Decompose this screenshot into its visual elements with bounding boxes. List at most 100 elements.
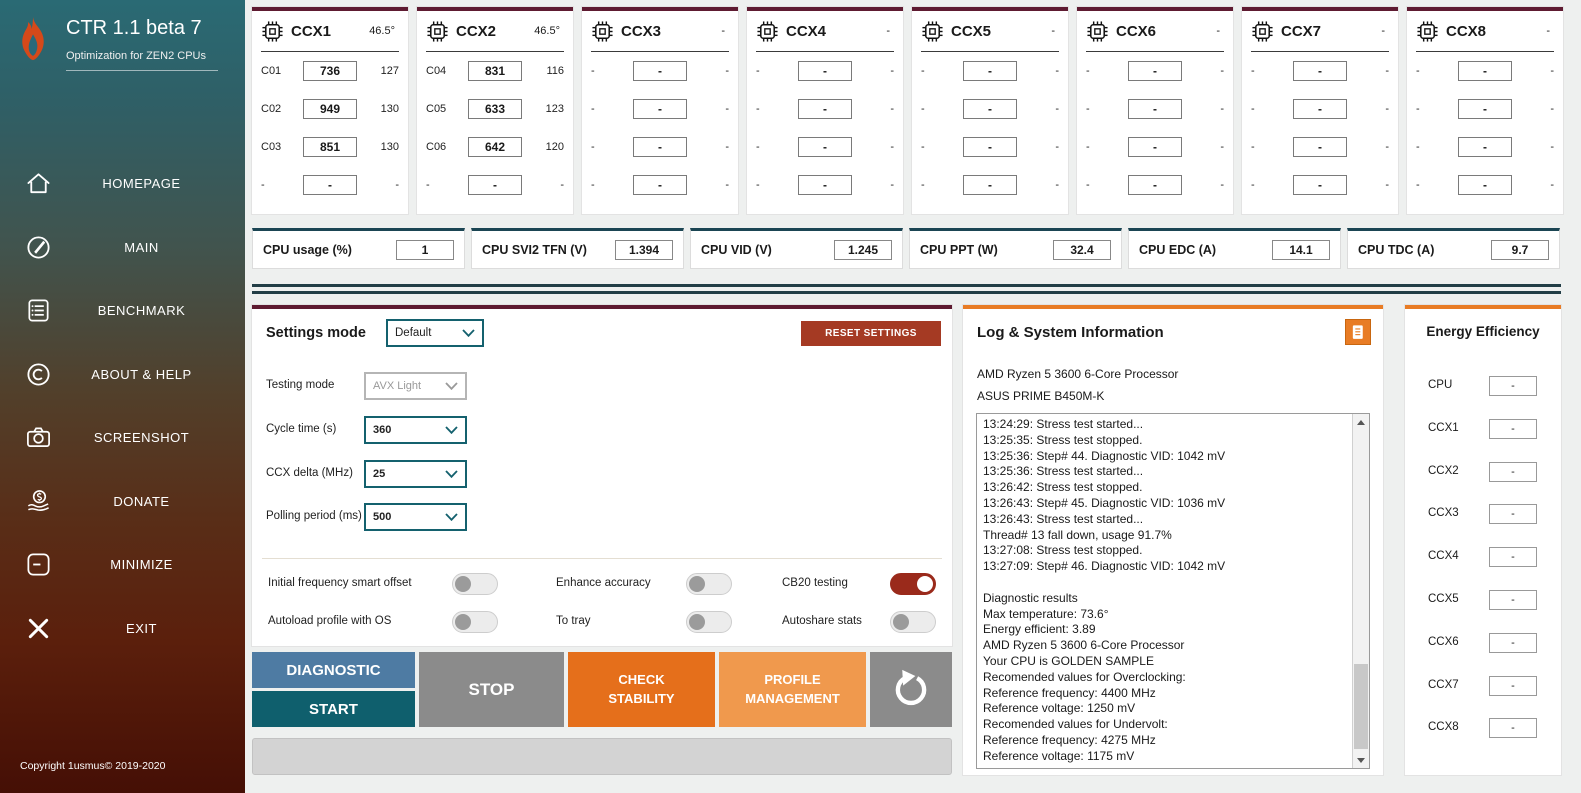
- scroll-down-arrow[interactable]: [1353, 752, 1369, 768]
- reset-settings-button[interactable]: RESET SETTINGS: [801, 321, 941, 346]
- testing-mode-dropdown[interactable]: AVX Light: [364, 372, 467, 400]
- core-frequency-field[interactable]: -: [1458, 137, 1512, 157]
- core-frequency-field[interactable]: -: [633, 99, 687, 119]
- core-value: 127: [380, 65, 399, 77]
- core-label: -: [921, 179, 925, 191]
- core-frequency-field[interactable]: -: [303, 175, 357, 195]
- sidebar-item-exit[interactable]: EXIT: [0, 597, 245, 661]
- core-frequency-field[interactable]: 633: [468, 99, 522, 119]
- core-frequency-field[interactable]: -: [798, 99, 852, 119]
- export-log-button[interactable]: [1345, 319, 1371, 345]
- core-frequency-field[interactable]: -: [1293, 175, 1347, 195]
- settings-mode-dropdown[interactable]: Default: [386, 319, 484, 347]
- ccx-temperature: 46.5°: [534, 25, 560, 37]
- app-logo-flame-icon: [12, 15, 54, 74]
- log-line: Max temperature: 73.6°: [983, 606, 1109, 621]
- ccx-delta-mhz-label: CCX delta (MHz): [266, 467, 353, 479]
- toggle-autoload-profile-with-os[interactable]: [452, 611, 498, 633]
- diagnostic-button[interactable]: DIAGNOSTIC: [252, 652, 415, 688]
- core-frequency-field[interactable]: -: [633, 61, 687, 81]
- core-frequency-field[interactable]: 851: [303, 137, 357, 157]
- log-line: 13:27:08: Stress test stopped.: [983, 543, 1143, 558]
- log-line: AMD Ryzen 5 3600 6-Core Processor: [983, 638, 1185, 653]
- stop-button[interactable]: STOP: [419, 652, 564, 727]
- ccx-temperature: -: [1381, 25, 1385, 37]
- core-frequency-field[interactable]: -: [963, 99, 1017, 119]
- ccx-core-row: ---: [1416, 90, 1554, 128]
- core-label: -: [756, 65, 760, 77]
- start-button[interactable]: START: [252, 691, 415, 727]
- toggle-initial-frequency-smart-offset[interactable]: [452, 573, 498, 595]
- log-panel-title: Log & System Information: [977, 324, 1164, 341]
- toggle-autoshare-stats[interactable]: [890, 611, 936, 633]
- core-frequency-field[interactable]: -: [633, 137, 687, 157]
- core-frequency-field[interactable]: -: [798, 175, 852, 195]
- dropdown-value: 500: [373, 511, 392, 523]
- refresh-button[interactable]: [870, 652, 952, 727]
- app-subtitle: Optimization for ZEN2 CPUs: [66, 50, 218, 71]
- core-frequency-field[interactable]: -: [1128, 175, 1182, 195]
- log-output[interactable]: 13:24:29: Stress test started... 13:25:35…: [976, 413, 1370, 769]
- cpu-chip-icon: [1086, 20, 1109, 43]
- core-value: -: [890, 65, 894, 77]
- toggle-label: To tray: [556, 615, 591, 627]
- sidebar-item-donate[interactable]: DONATE: [0, 470, 245, 534]
- energy-value-field: -: [1489, 418, 1537, 439]
- core-frequency-field[interactable]: -: [1128, 61, 1182, 81]
- profile-management-button[interactable]: PROFILE MANAGEMENT: [719, 652, 866, 727]
- sidebar-item-minimize[interactable]: MINIMIZE: [0, 533, 245, 597]
- core-value: -: [560, 179, 564, 191]
- core-frequency-field[interactable]: 831: [468, 61, 522, 81]
- core-frequency-field[interactable]: -: [1128, 99, 1182, 119]
- scrollbar[interactable]: [1352, 414, 1369, 768]
- ccx-header: CCX5 -: [921, 11, 1059, 52]
- core-frequency-field[interactable]: -: [963, 61, 1017, 81]
- core-frequency-field[interactable]: -: [798, 137, 852, 157]
- core-frequency-field[interactable]: -: [1458, 175, 1512, 195]
- core-label: -: [1251, 65, 1255, 77]
- sidebar-item-screenshot[interactable]: SCREENSHOT: [0, 406, 245, 470]
- core-frequency-field[interactable]: -: [1458, 99, 1512, 119]
- ccx-core-row: C03 851 130: [261, 128, 399, 166]
- stat-value-field: 14.1: [1272, 239, 1330, 260]
- divider: [262, 558, 942, 559]
- core-frequency-field[interactable]: -: [1128, 137, 1182, 157]
- core-frequency-field[interactable]: -: [963, 137, 1017, 157]
- core-frequency-field[interactable]: 736: [303, 61, 357, 81]
- core-frequency-field[interactable]: -: [1293, 99, 1347, 119]
- cycle-time-s-dropdown[interactable]: 360: [364, 416, 467, 444]
- core-frequency-field[interactable]: -: [1293, 137, 1347, 157]
- core-frequency-field[interactable]: -: [633, 175, 687, 195]
- polling-period-ms-dropdown[interactable]: 500: [364, 503, 467, 531]
- energy-label: CCX7: [1428, 678, 1459, 691]
- core-frequency-field[interactable]: -: [468, 175, 522, 195]
- ccx-delta-mhz-dropdown[interactable]: 25: [364, 460, 467, 488]
- stat-label: CPU EDC (A): [1139, 242, 1217, 257]
- energy-value-field: -: [1489, 504, 1537, 525]
- core-frequency-field[interactable]: -: [1293, 61, 1347, 81]
- core-value: 123: [545, 103, 564, 115]
- check-stability-button[interactable]: CHECK STABILITY: [568, 652, 715, 727]
- dropdown-value: 360: [373, 424, 392, 436]
- sidebar-item-about-help[interactable]: ABOUT & HELP: [0, 343, 245, 407]
- core-label: -: [921, 141, 925, 153]
- core-frequency-field[interactable]: -: [798, 61, 852, 81]
- toggle-cb20-testing[interactable]: [890, 573, 936, 595]
- sidebar-item-main[interactable]: MAIN: [0, 216, 245, 280]
- energy-row-ccx3: CCX3 -: [1405, 504, 1561, 525]
- scroll-up-arrow[interactable]: [1353, 414, 1369, 430]
- ccx-core-row: C01 736 127: [261, 52, 399, 90]
- core-value: -: [1550, 179, 1554, 191]
- core-frequency-field[interactable]: 642: [468, 137, 522, 157]
- core-value: -: [395, 179, 399, 191]
- toggle-enhance-accuracy[interactable]: [686, 573, 732, 595]
- core-frequency-field[interactable]: -: [1458, 61, 1512, 81]
- toggle-to-tray[interactable]: [686, 611, 732, 633]
- core-frequency-field[interactable]: 949: [303, 99, 357, 119]
- core-frequency-field[interactable]: -: [963, 175, 1017, 195]
- sidebar-item-homepage[interactable]: HOMEPAGE: [0, 152, 245, 216]
- sidebar-item-benchmark[interactable]: BENCHMARK: [0, 279, 245, 343]
- scroll-thumb[interactable]: [1354, 664, 1368, 749]
- core-label: -: [1416, 65, 1420, 77]
